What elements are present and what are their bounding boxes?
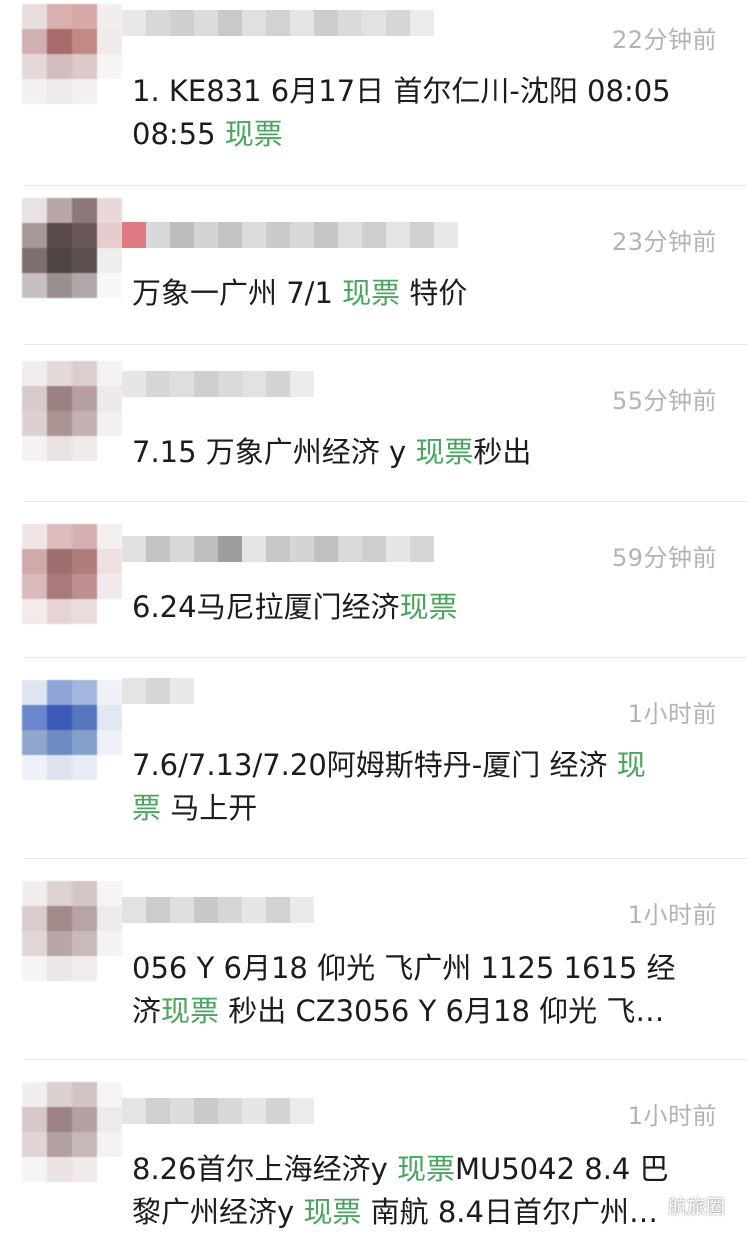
sender-name-blurred — [122, 536, 434, 562]
message-text-segment: 8.26首尔上海经济y — [132, 1152, 397, 1186]
message-text: 8.26首尔上海经济y 现票MU5042 8.4 巴 黎广州经济y 现票 南航 … — [132, 1148, 712, 1234]
message-text-segment: 秒出 — [473, 435, 532, 469]
sender-name-blurred — [122, 1098, 314, 1124]
message-text: 1. KE831 6月17日 首尔仁川-沈阳 08:05 08:55 现票 — [132, 70, 712, 156]
avatar[interactable] — [22, 881, 122, 981]
message-text: 6.24马尼拉厦门经济现票 — [132, 586, 712, 629]
avatar[interactable] — [22, 361, 122, 461]
ticket-status-highlight: 现票 — [396, 1152, 455, 1186]
avatar[interactable] — [22, 680, 122, 780]
sender-name-blurred — [122, 678, 194, 704]
message-text-segment: 7.6/7.13/7.20阿姆斯特丹-厦门 经济 — [132, 748, 617, 782]
message-time: 1小时前 — [627, 1102, 717, 1130]
sender-name-blurred — [122, 897, 314, 923]
list-item[interactable]: 1小时前 056 Y 6月18 仰光 飞广州 1125 1615 经 济现票 秒… — [0, 859, 747, 1059]
message-time: 23分钟前 — [611, 228, 717, 256]
list-item[interactable]: 23分钟前 万象一广州 7/1 现票 特价 — [0, 186, 747, 344]
message-time: 59分钟前 — [611, 544, 717, 572]
wechat-official-account-icon — [638, 1195, 663, 1215]
watermark: 航旅圈 — [638, 1192, 725, 1219]
ticket-status-highlight: 现票 — [161, 994, 220, 1028]
sender-name-blurred — [122, 371, 314, 397]
sender-name-blurred — [122, 10, 434, 36]
message-text: 056 Y 6月18 仰光 飞广州 1125 1615 经 济现票 秒出 CZ3… — [132, 947, 712, 1033]
sender-name-blurred — [122, 222, 458, 248]
message-time: 1小时前 — [627, 901, 717, 929]
message-text: 7.6/7.13/7.20阿姆斯特丹-厦门 经济 现 票 马上开 — [132, 744, 712, 830]
ticket-status-highlight: 现票 — [399, 590, 458, 624]
list-item[interactable]: 55分钟前 7.15 万象广州经济 y 现票秒出 — [0, 345, 747, 501]
list-item[interactable]: 1小时前 7.6/7.13/7.20阿姆斯特丹-厦门 经济 现 票 马上开 — [0, 658, 747, 858]
message-text-segment: 南航 8.4日首尔广州… — [361, 1195, 658, 1229]
message-text-segment: 7.15 万象广州经济 y — [132, 435, 416, 469]
message-time: 55分钟前 — [611, 387, 717, 415]
message-text-segment: 秒出 CZ3056 Y 6月18 仰光 飞… — [219, 994, 665, 1028]
message-text: 万象一广州 7/1 现票 特价 — [132, 272, 712, 315]
ticket-status-highlight: 现票 — [224, 117, 283, 151]
message-text-segment: 特价 — [400, 276, 468, 310]
message-text-segment: 6.24马尼拉厦门经济 — [132, 590, 400, 624]
list-item[interactable]: 22分钟前 1. KE831 6月17日 首尔仁川-沈阳 08:05 08:55… — [0, 0, 747, 185]
ticket-status-highlight: 现票 — [342, 276, 401, 310]
message-text-segment: 1. KE831 6月17日 首尔仁川-沈阳 08:05 08:55 — [132, 74, 671, 151]
message-time: 1小时前 — [627, 700, 717, 728]
watermark-label: 航旅圈 — [667, 1196, 725, 1218]
list-item[interactable]: 1小时前 8.26首尔上海经济y 现票MU5042 8.4 巴 黎广州经济y 现… — [0, 1060, 747, 1235]
avatar[interactable] — [22, 198, 122, 298]
message-text-segment: 万象一广州 7/1 — [132, 276, 343, 310]
list-item[interactable]: 59分钟前 6.24马尼拉厦门经济现票 — [0, 502, 747, 657]
avatar[interactable] — [22, 1082, 122, 1182]
message-text: 7.15 万象广州经济 y 现票秒出 — [132, 431, 712, 474]
ticket-status-highlight: 现票 — [303, 1195, 362, 1229]
ticket-status-highlight: 现票 — [415, 435, 474, 469]
avatar[interactable] — [22, 524, 122, 624]
avatar[interactable] — [22, 4, 122, 104]
message-text-segment: 马上开 — [161, 791, 258, 825]
message-time: 22分钟前 — [611, 26, 717, 54]
